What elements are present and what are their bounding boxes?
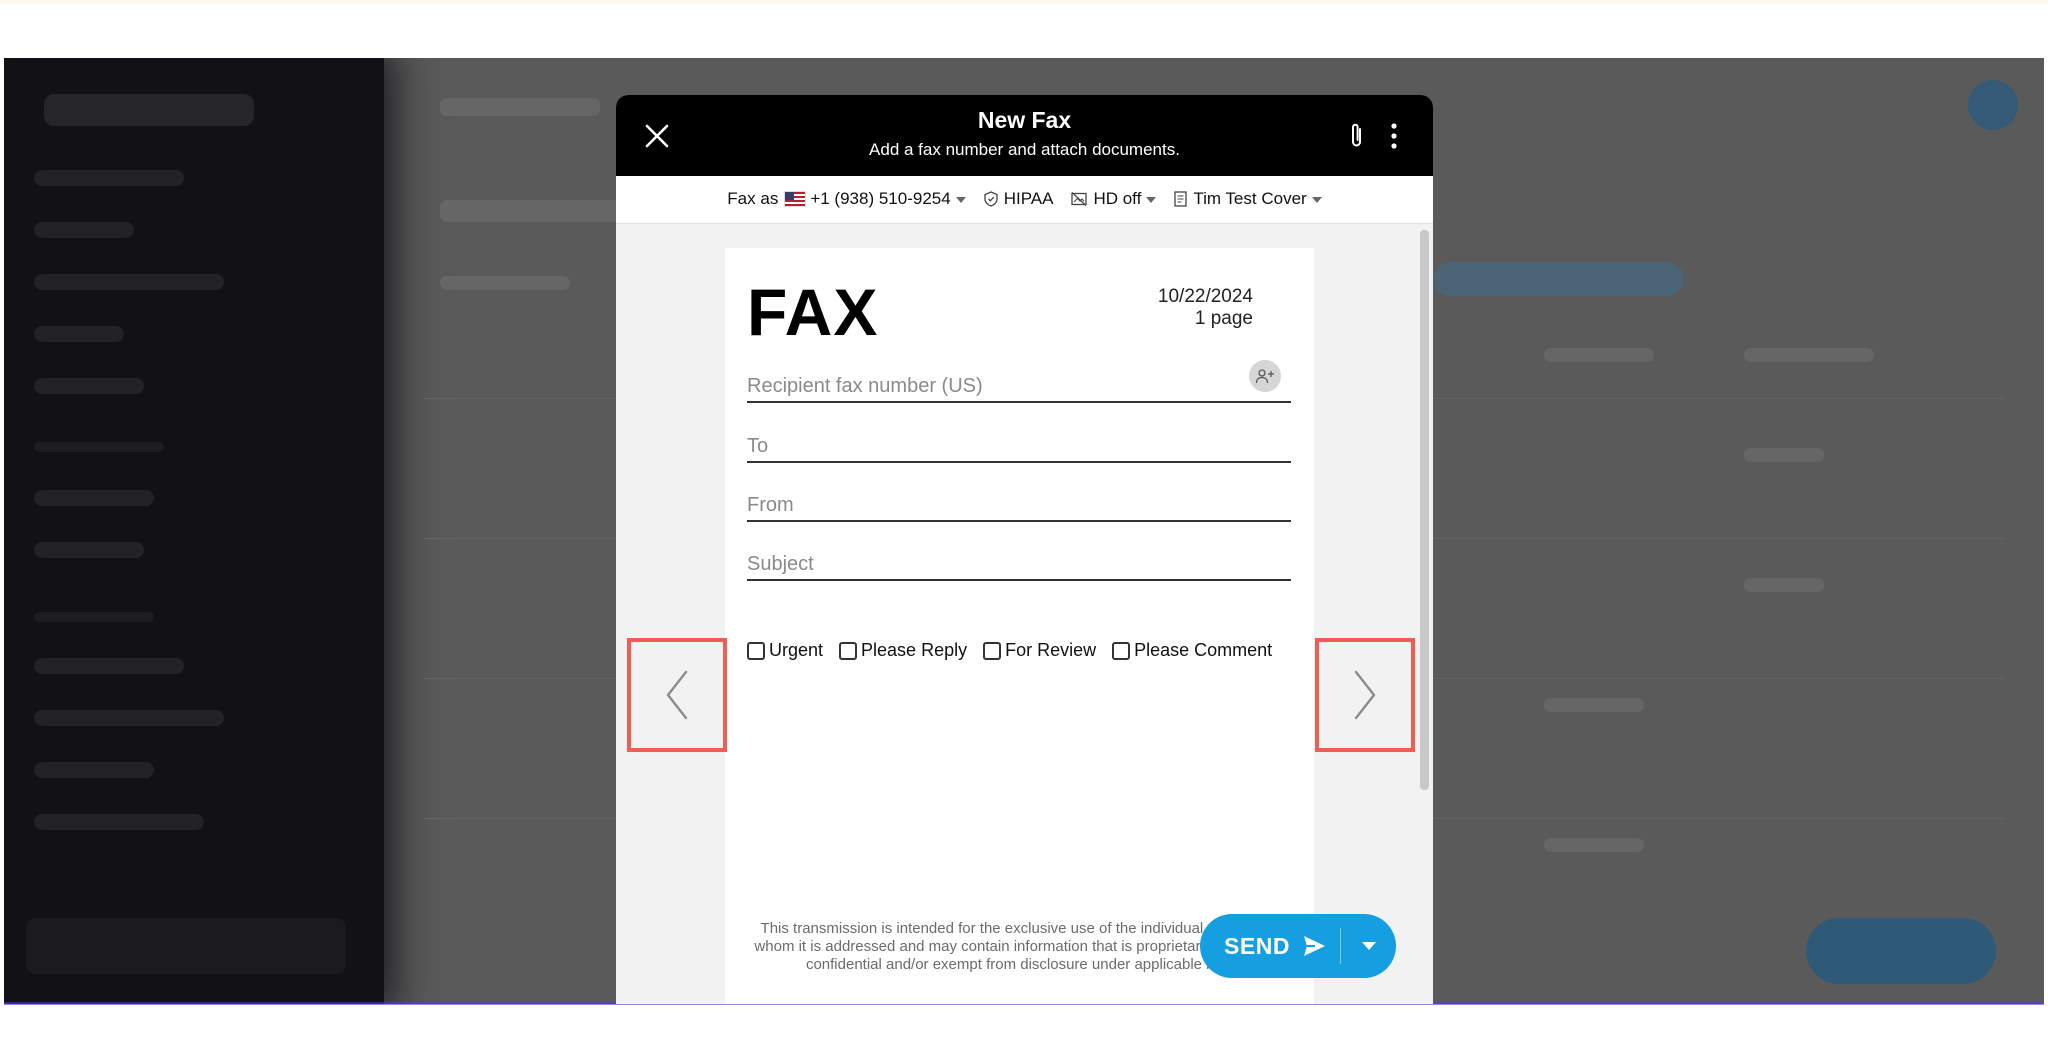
- background-nav-item: [34, 762, 154, 778]
- subject-field: [747, 544, 1291, 581]
- caret-down-icon: [1146, 197, 1157, 203]
- caret-down-icon: [955, 197, 966, 203]
- fax-cover-page: FAX 10/22/2024 1 page Recipient fax numb…: [725, 248, 1314, 1004]
- modal-subtitle: Add a fax number and attach documents.: [869, 140, 1180, 159]
- please-comment-checkbox[interactable]: Please Comment: [1112, 640, 1272, 661]
- background-avatar: [1968, 80, 2018, 130]
- background-nav-item: [34, 326, 124, 342]
- background-tab: [1434, 262, 1684, 296]
- modal-header: New Fax Add a fax number and attach docu…: [616, 95, 1433, 176]
- document-icon: [1174, 191, 1187, 207]
- background-heading: [440, 98, 600, 116]
- cover-page-label: Tim Test Cover: [1193, 189, 1307, 208]
- background-nav-item: [34, 710, 224, 726]
- fax-as-number: +1 (938) 510-9254: [810, 189, 951, 208]
- fax-options-toolbar: Fax as +1 (938) 510-9254 HIPAA HD off Ti…: [616, 176, 1433, 224]
- background-nav-item: [34, 490, 154, 506]
- please-reply-checkbox[interactable]: Please Reply: [839, 640, 967, 661]
- background-cell: [1744, 578, 1824, 592]
- modal-body: FAX 10/22/2024 1 page Recipient fax numb…: [616, 224, 1433, 1004]
- background-nav-item: [34, 814, 204, 830]
- background-sidebar-footer: [26, 918, 346, 974]
- background-column: [1744, 348, 1874, 362]
- next-page-button[interactable]: [1315, 638, 1415, 752]
- checkbox-label: Please Comment: [1134, 640, 1273, 660]
- hd-dropdown[interactable]: HD off: [1071, 189, 1157, 209]
- hipaa-label: HIPAA: [1003, 189, 1054, 208]
- background-fab: [1806, 918, 1996, 984]
- background-nav-item: [34, 170, 184, 186]
- background-filter: [440, 276, 570, 290]
- top-strip: [0, 0, 2048, 4]
- new-fax-modal: New Fax Add a fax number and attach docu…: [616, 95, 1433, 1004]
- background-nav-item: [34, 274, 224, 290]
- checkbox-label: Please Reply: [861, 640, 968, 660]
- background-sidebar: [4, 58, 384, 1004]
- modal-title: New Fax: [977, 107, 1072, 133]
- add-contact-icon: [1255, 369, 1274, 384]
- from-field: [747, 485, 1291, 522]
- checkbox-label: For Review: [1005, 640, 1097, 660]
- background-column: [1544, 348, 1654, 362]
- flags-checkbox-row: Urgent Please Reply For Review Please Co…: [747, 640, 1307, 661]
- us-flag-icon: [784, 191, 807, 207]
- chevron-right-icon: [1354, 670, 1376, 720]
- checkbox-label: Urgent: [769, 640, 824, 660]
- fax-as-label: Fax as: [727, 189, 779, 208]
- scrollbar[interactable]: [1420, 230, 1429, 790]
- background-cell: [1544, 698, 1644, 712]
- send-arrow-icon: [1303, 936, 1325, 956]
- background-cell: [1744, 448, 1824, 462]
- checkbox-box: [839, 641, 858, 660]
- send-options-button[interactable]: [1341, 914, 1396, 978]
- add-contact-button[interactable]: [1249, 360, 1281, 392]
- chevron-left-icon: [666, 670, 688, 720]
- caret-down-icon: [1361, 942, 1376, 950]
- checkbox-box: [1112, 641, 1131, 660]
- to-input[interactable]: [747, 435, 1247, 458]
- background-logo: [44, 94, 254, 126]
- paperclip-icon: [1352, 123, 1361, 147]
- background-section-label: [34, 612, 154, 622]
- more-vertical-icon: [1391, 123, 1397, 149]
- checkbox-box: [747, 641, 765, 660]
- background-nav-item: [34, 658, 184, 674]
- from-input[interactable]: [747, 494, 1247, 517]
- hd-label: HD off: [1093, 189, 1142, 208]
- image-off-icon: [1071, 192, 1088, 206]
- for-review-checkbox[interactable]: For Review: [983, 640, 1096, 661]
- cover-date: 10/22/2024: [1157, 286, 1253, 307]
- cover-page-dropdown[interactable]: Tim Test Cover: [1174, 189, 1322, 209]
- fax-as-dropdown[interactable]: Fax as +1 (938) 510-9254: [727, 189, 966, 209]
- send-split-button: SEND: [1200, 914, 1396, 978]
- attach-button[interactable]: [1344, 121, 1370, 151]
- background-nav-item: [34, 222, 134, 238]
- send-button[interactable]: SEND: [1200, 914, 1340, 978]
- to-field: [747, 426, 1291, 463]
- more-options-button[interactable]: [1384, 121, 1404, 151]
- background-section-label: [34, 442, 164, 452]
- caret-down-icon: [1311, 197, 1322, 203]
- background-nav-item: [34, 542, 144, 558]
- recipient-fax-input[interactable]: [747, 375, 1247, 398]
- hipaa-toggle[interactable]: HIPAA: [984, 189, 1054, 209]
- urgent-checkbox[interactable]: Urgent: [747, 640, 823, 661]
- checkbox-box: [983, 641, 1002, 660]
- background-nav-item: [34, 378, 144, 394]
- previous-page-button[interactable]: [627, 638, 727, 752]
- send-label: SEND: [1224, 932, 1290, 959]
- shield-icon: [984, 191, 998, 207]
- subject-input[interactable]: [747, 553, 1247, 576]
- background-cell: [1544, 838, 1644, 852]
- recipient-field: [747, 360, 1291, 403]
- cover-title: FAX: [747, 275, 879, 349]
- cover-page-count: 1 page: [1194, 308, 1253, 329]
